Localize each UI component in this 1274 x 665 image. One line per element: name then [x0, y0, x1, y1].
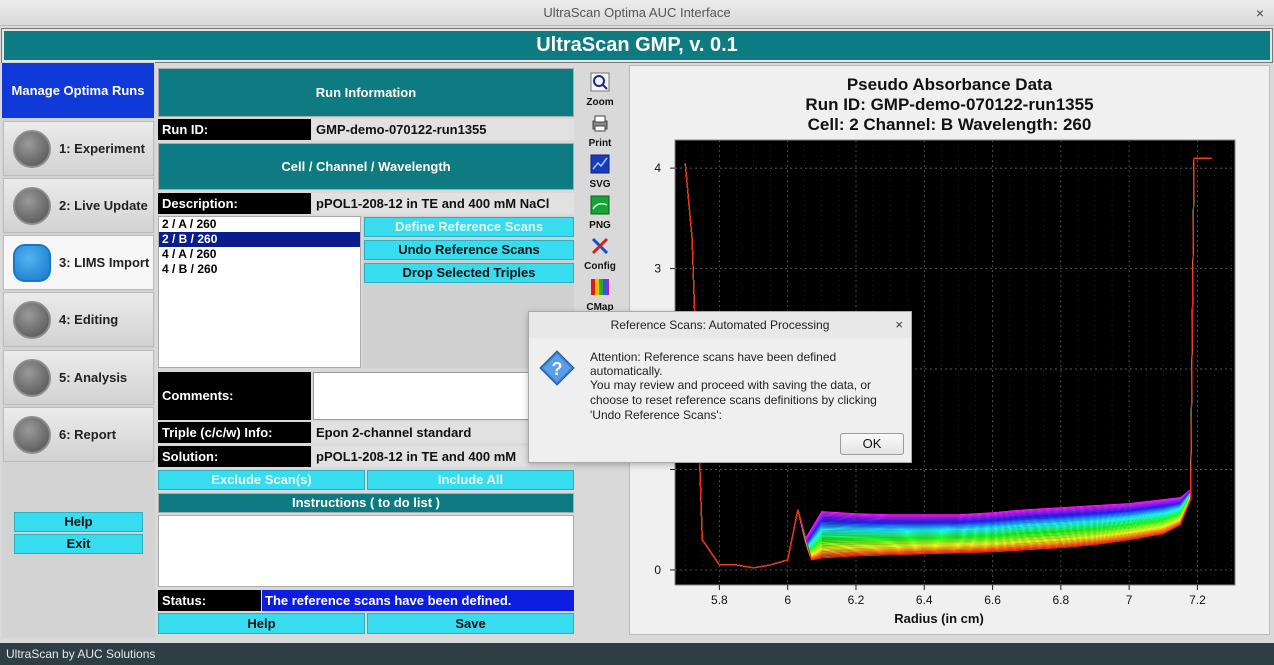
png-export-icon: [590, 195, 610, 215]
nav-item-2[interactable]: 2: Live Update: [3, 178, 154, 233]
triple-info-label: Triple (c/c/w) Info:: [158, 422, 311, 443]
dialog-title: Reference Scans: Automated Processing: [529, 312, 911, 338]
config-tool[interactable]: Config: [581, 236, 619, 272]
x-tick-label: 6: [784, 593, 791, 607]
colormap-icon: [591, 279, 609, 295]
question-icon: ?: [539, 350, 575, 386]
triple-list-item[interactable]: 2 / A / 260: [159, 217, 360, 232]
cell-channel-wavelength-header: Cell / Channel / Wavelength: [158, 143, 574, 190]
drop-selected-triples-button[interactable]: Drop Selected Triples: [364, 263, 574, 283]
x-tick-label: 6.2: [848, 593, 865, 607]
run-information-header: Run Information: [158, 68, 574, 117]
x-axis-label: Radius (in cm): [894, 611, 984, 626]
x-tick-label: 7: [1126, 593, 1133, 607]
solution-label: Solution:: [158, 446, 311, 467]
svg-text:?: ?: [552, 359, 563, 379]
print-label: Print: [588, 138, 612, 149]
triple-list-item[interactable]: 4 / A / 260: [159, 247, 360, 262]
y-tick-label: 3: [654, 262, 661, 276]
nav-exit-button[interactable]: Exit: [14, 534, 143, 554]
report-icon: [13, 415, 51, 454]
png-tool[interactable]: PNG: [581, 195, 619, 231]
nav-item-label: 5: Analysis: [59, 370, 128, 385]
printer-icon: [592, 115, 608, 132]
window-title-bar: UltraScan Optima AUC Interface: [0, 0, 1274, 26]
zoom-tool[interactable]: Zoom: [581, 72, 619, 108]
run-id-label: Run ID:: [158, 119, 311, 140]
x-tick-label: 5.8: [711, 593, 728, 607]
status-label: Status:: [158, 590, 261, 611]
chart-title: Pseudo Absorbance Data Run ID: GMP-demo-…: [629, 75, 1270, 135]
gear-icon: [13, 129, 51, 168]
png-label: PNG: [589, 220, 611, 231]
define-reference-scans-button[interactable]: Define Reference Scans: [364, 217, 574, 237]
save-button[interactable]: Save: [367, 613, 574, 634]
print-tool[interactable]: Print: [581, 113, 619, 149]
edit-list-icon: [13, 300, 51, 339]
dialog-ok-button[interactable]: OK: [840, 433, 904, 455]
nav-item-label: 4: Editing: [59, 312, 119, 327]
instructions-header: Instructions ( to do list ): [158, 493, 574, 513]
nav-title: Manage Optima Runs: [2, 63, 154, 118]
description-value: pPOL1-208-12 in TE and 400 mM NaCl: [312, 193, 574, 214]
cmap-tool[interactable]: CMap: [581, 277, 619, 313]
nav-item-label: 2: Live Update: [59, 198, 148, 213]
y-tick-label: 4: [654, 161, 661, 175]
nav-item-label: 6: Report: [59, 427, 117, 442]
chart-title-line-3: Cell: 2 Channel: B Wavelength: 260: [807, 115, 1092, 134]
cloud-database-icon: [13, 243, 51, 282]
y-tick-label: 0: [654, 563, 661, 577]
include-all-button[interactable]: Include All: [367, 470, 574, 490]
nav-item-label: 1: Experiment: [59, 141, 145, 156]
triple-list-item[interactable]: 2 / B / 260: [159, 232, 360, 247]
run-id-value: GMP-demo-070122-run1355: [312, 119, 574, 140]
window-title: UltraScan Optima AUC Interface: [543, 5, 731, 20]
x-tick-label: 6.4: [916, 593, 933, 607]
x-tick-label: 6.6: [984, 593, 1001, 607]
zoom-label: Zoom: [586, 97, 614, 108]
undo-reference-scans-button[interactable]: Undo Reference Scans: [364, 240, 574, 260]
description-label: Description:: [158, 193, 311, 214]
x-tick-label: 6.8: [1053, 593, 1070, 607]
status-value: The reference scans have been defined.: [262, 590, 574, 611]
svg-export-icon: [590, 154, 610, 174]
refresh-icon: [13, 186, 51, 225]
nav-item-3[interactable]: 3: LIMS Import: [3, 235, 154, 290]
nav-item-1[interactable]: 1: Experiment: [3, 121, 154, 176]
window-close-icon[interactable]: ×: [1256, 0, 1264, 26]
config-tools-icon: [591, 237, 609, 255]
magnifier-chart-icon: [13, 358, 51, 397]
nav-help-button[interactable]: Help: [14, 512, 143, 532]
reference-scans-dialog: Reference Scans: Automated Processing × …: [528, 311, 912, 463]
triple-list-item[interactable]: 4 / B / 260: [159, 262, 360, 277]
zoom-icon: [590, 72, 610, 92]
nav-item-4[interactable]: 4: Editing: [3, 292, 154, 347]
config-label: Config: [584, 261, 616, 272]
chart-title-line-2: Run ID: GMP-demo-070122-run1355: [805, 95, 1094, 114]
dialog-close-icon[interactable]: ×: [895, 312, 903, 338]
nav-item-5[interactable]: 5: Analysis: [3, 350, 154, 405]
x-tick-label: 7.2: [1189, 593, 1206, 607]
app-banner: UltraScan GMP, v. 0.1: [1, 28, 1273, 63]
triples-list[interactable]: 2 / A / 260 2 / B / 260 4 / A / 260 4 / B /…: [158, 216, 361, 368]
dialog-message-details: You may review and proceed with saving t…: [590, 378, 877, 422]
nav-item-6[interactable]: 6: Report: [3, 407, 154, 462]
chart-title-line-1: Pseudo Absorbance Data: [846, 75, 1053, 94]
svg-tool[interactable]: SVG: [581, 154, 619, 190]
exclude-scans-button[interactable]: Exclude Scan(s): [158, 470, 365, 490]
instructions-box: [158, 515, 574, 587]
comments-label: Comments:: [158, 372, 311, 420]
svg-label: SVG: [589, 179, 611, 190]
nav-item-label: 3: LIMS Import: [59, 255, 150, 270]
app-footer: UltraScan by AUC Solutions: [0, 643, 1274, 665]
dialog-message-attention: Attention: Reference scans have been def…: [590, 350, 837, 378]
help-button[interactable]: Help: [158, 613, 365, 634]
